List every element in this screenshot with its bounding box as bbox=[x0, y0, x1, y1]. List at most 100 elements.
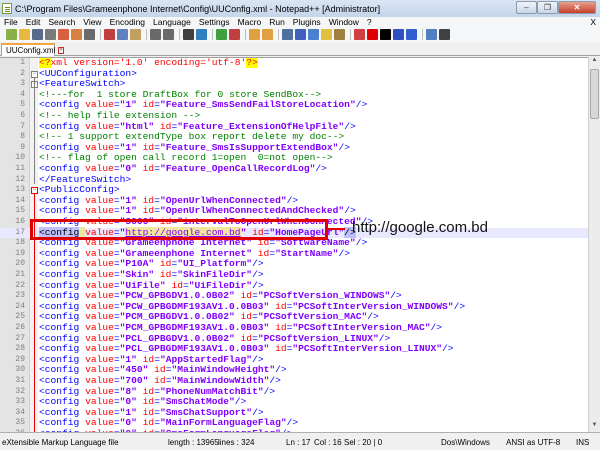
tab-label: UUConfig.xml bbox=[6, 46, 56, 55]
menu-settings[interactable]: Settings bbox=[195, 17, 234, 27]
sync-vertical-icon[interactable] bbox=[249, 29, 260, 40]
maximize-button[interactable]: ❐ bbox=[537, 1, 558, 14]
token-t: /> bbox=[390, 290, 402, 302]
tab-close-icon[interactable]: × bbox=[58, 47, 64, 54]
show-all-chars-icon[interactable] bbox=[295, 29, 306, 40]
token-t: /> bbox=[252, 258, 264, 270]
title-bar: C:\Program Files\Grameenphone Internet\C… bbox=[0, 0, 600, 17]
token-c: <!---for 1 store DraftBox for 0 store Se… bbox=[39, 88, 322, 100]
token-t: /> bbox=[344, 120, 356, 132]
token-x: xml version='1.0' encoding='utf-8' bbox=[50, 57, 247, 68]
zoom-in-icon[interactable] bbox=[216, 29, 227, 40]
token-pi: ?> bbox=[246, 57, 258, 68]
scroll-down-icon[interactable]: ▼ bbox=[589, 422, 600, 432]
replace-icon[interactable] bbox=[196, 29, 207, 40]
token-v: "PCSoftInterVersion_MAC" bbox=[292, 322, 431, 333]
token-a: id bbox=[136, 205, 155, 217]
line-number: 27 bbox=[15, 333, 25, 343]
word-wrap-icon[interactable] bbox=[282, 29, 293, 40]
redo-icon[interactable] bbox=[163, 29, 174, 40]
close-document-button[interactable]: X bbox=[590, 17, 596, 27]
line-number: 22 bbox=[15, 280, 25, 290]
menu-plugins[interactable]: Plugins bbox=[289, 17, 325, 27]
print-icon[interactable] bbox=[84, 29, 95, 40]
tab-uuconfig[interactable]: UUConfig.xml × bbox=[1, 43, 64, 56]
token-t: /> bbox=[453, 300, 466, 312]
line-number: 35 bbox=[15, 418, 25, 428]
token-v: "Skin" bbox=[119, 269, 155, 280]
menu-encoding[interactable]: Encoding bbox=[106, 17, 149, 27]
line-number: 19 bbox=[15, 248, 25, 258]
code-editor[interactable]: 1 <?xml version='1.0' encoding='utf-8'?> 2… bbox=[0, 57, 588, 432]
vertical-scrollbar[interactable]: ▲ ▼ bbox=[588, 57, 600, 432]
play-macro-icon[interactable] bbox=[380, 29, 391, 40]
menu-window[interactable]: Window bbox=[325, 17, 363, 27]
menu-file[interactable]: File bbox=[0, 17, 22, 27]
fold-line bbox=[34, 77, 35, 184]
plugin-icon[interactable] bbox=[439, 29, 450, 40]
undo-icon[interactable] bbox=[150, 29, 161, 40]
token-a: value bbox=[85, 300, 114, 312]
new-file-icon[interactable] bbox=[6, 29, 17, 40]
copy-icon[interactable] bbox=[117, 29, 128, 40]
line-number: 18 bbox=[15, 238, 25, 248]
zoom-out-icon[interactable] bbox=[229, 29, 240, 40]
menu-edit[interactable]: Edit bbox=[22, 17, 45, 27]
save-macro-icon[interactable] bbox=[406, 29, 417, 40]
token-v: "PCSoftInterVersion_WINDOWS" bbox=[292, 300, 454, 312]
spellcheck-icon[interactable] bbox=[426, 29, 437, 40]
token-a: value bbox=[85, 406, 114, 418]
menu-language[interactable]: Language bbox=[149, 17, 195, 27]
token-v: "1" bbox=[119, 141, 137, 153]
sync-horizontal-icon[interactable] bbox=[262, 29, 273, 40]
menu-search[interactable]: Search bbox=[44, 17, 79, 27]
close-icon[interactable] bbox=[58, 29, 69, 40]
token-a: id bbox=[269, 343, 287, 355]
menu-view[interactable]: View bbox=[79, 17, 105, 27]
line-number: 32 bbox=[15, 386, 25, 396]
menu-macro[interactable]: Macro bbox=[234, 17, 266, 27]
token-a: value bbox=[85, 353, 114, 365]
find-icon[interactable] bbox=[183, 29, 194, 40]
token-t: <config bbox=[39, 396, 86, 408]
token-v: "PCM_GPBGDMF193AV1.0.0B03" bbox=[119, 322, 270, 333]
token-a: id bbox=[252, 247, 270, 259]
scroll-thumb[interactable] bbox=[590, 69, 599, 119]
close-window-button[interactable]: ✕ bbox=[558, 1, 596, 14]
line-number: 8 bbox=[20, 132, 25, 142]
menu-run[interactable]: Run bbox=[265, 17, 289, 27]
line-number: 15 bbox=[15, 206, 25, 216]
fold-toggle-icon[interactable]: − bbox=[31, 187, 38, 195]
token-v: "PCW_GPBGDMF193AV1.0.0B03" bbox=[119, 300, 270, 312]
indent-guide-icon[interactable] bbox=[308, 29, 319, 40]
scroll-up-icon[interactable]: ▲ bbox=[589, 57, 600, 67]
token-t: /> bbox=[252, 269, 264, 280]
token-a: value bbox=[85, 258, 114, 270]
token-t: </FeatureSwitch> bbox=[39, 173, 132, 185]
token-v: "SkinFileDir" bbox=[177, 269, 253, 280]
stop-record-icon[interactable] bbox=[367, 29, 378, 40]
token-a: value bbox=[85, 375, 114, 386]
cut-icon[interactable] bbox=[104, 29, 115, 40]
toolbar-separator bbox=[278, 29, 279, 40]
token-a: id bbox=[154, 120, 172, 132]
token-a: id bbox=[234, 332, 253, 344]
menu-help[interactable]: ? bbox=[363, 17, 376, 27]
fold-toggle-icon[interactable]: − bbox=[31, 70, 38, 78]
token-pi: <? bbox=[39, 57, 51, 68]
close-all-icon[interactable] bbox=[71, 29, 82, 40]
paste-icon[interactable] bbox=[130, 29, 141, 40]
line-number: 5 bbox=[20, 100, 25, 110]
record-macro-icon[interactable] bbox=[354, 29, 365, 40]
save-icon[interactable] bbox=[32, 29, 43, 40]
user-language-icon[interactable] bbox=[321, 29, 332, 40]
token-v: "UiFile" bbox=[119, 279, 166, 291]
line-number: 2 bbox=[20, 68, 25, 78]
save-all-icon[interactable] bbox=[45, 29, 56, 40]
token-v: "P10A" bbox=[119, 258, 155, 270]
open-file-icon[interactable] bbox=[19, 29, 30, 40]
doc-map-icon[interactable] bbox=[334, 29, 345, 40]
run-macro-multiple-icon[interactable] bbox=[393, 29, 404, 40]
token-v: "700" bbox=[119, 375, 149, 386]
minimize-button[interactable]: – bbox=[516, 1, 537, 14]
